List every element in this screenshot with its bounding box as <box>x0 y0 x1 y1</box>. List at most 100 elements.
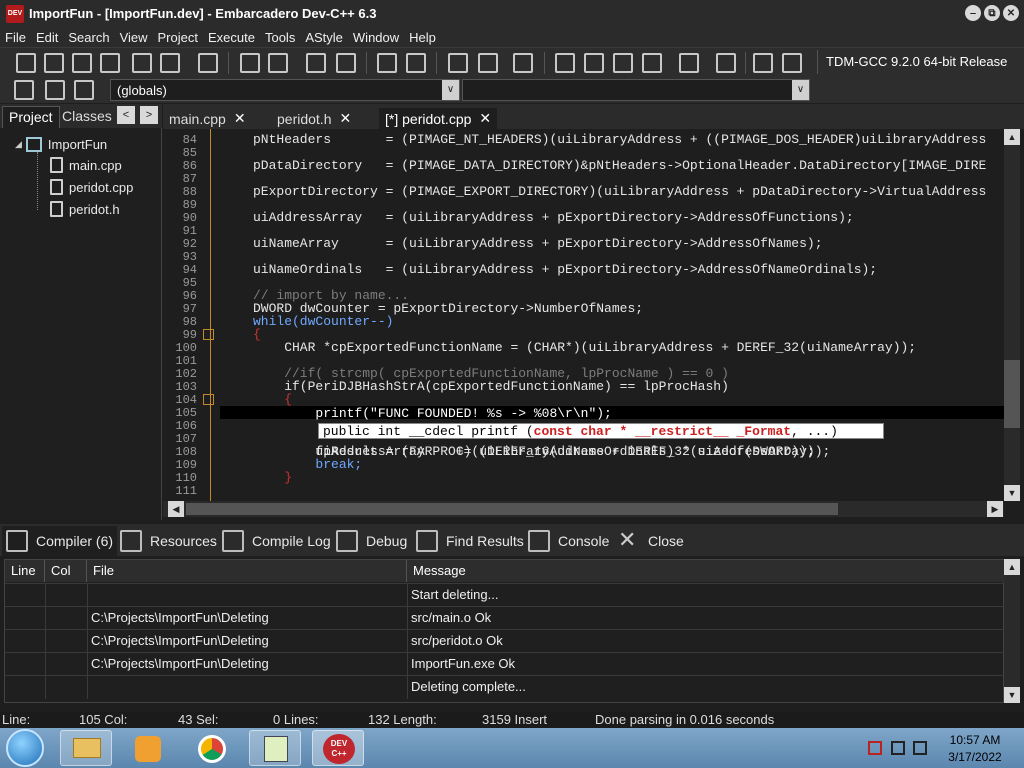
comment-icon[interactable] <box>513 53 533 73</box>
scope-select[interactable]: (globals) <box>110 79 460 101</box>
scroll-right-icon[interactable]: ▶ <box>987 501 1003 517</box>
close-button[interactable]: ✕ <box>1003 5 1019 21</box>
run-icon[interactable] <box>584 53 604 73</box>
column-header-file[interactable]: File <box>87 560 407 582</box>
notepad-taskbar-button[interactable] <box>249 730 301 766</box>
menu-file[interactable]: File <box>0 30 31 45</box>
compile-icon[interactable] <box>555 53 575 73</box>
network-icon[interactable] <box>891 741 905 755</box>
editor-vertical-scrollbar[interactable] <box>1004 129 1020 501</box>
explorer-taskbar-button[interactable] <box>60 730 112 766</box>
start-button[interactable] <box>6 729 44 767</box>
menu-tools[interactable]: Tools <box>260 30 300 45</box>
tab-find-results[interactable]: Find Results <box>412 526 528 556</box>
tab-console[interactable]: Console <box>524 526 613 556</box>
indent-icon[interactable] <box>448 53 468 73</box>
maximize-button[interactable]: ⧉ <box>984 5 1000 21</box>
scroll-up-icon[interactable]: ▲ <box>1004 559 1020 575</box>
unindent-icon[interactable] <box>478 53 498 73</box>
tab-debug[interactable]: Debug <box>332 526 411 556</box>
find-icon[interactable] <box>240 53 260 73</box>
menu-view[interactable]: View <box>115 30 153 45</box>
undo-icon[interactable] <box>377 53 397 73</box>
scroll-down-icon[interactable]: ▼ <box>1004 485 1020 501</box>
menu-help[interactable]: Help <box>404 30 441 45</box>
scroll-left-icon[interactable]: ◀ <box>168 501 184 517</box>
menu-window[interactable]: Window <box>348 30 404 45</box>
code-editor[interactable]: 84 85 86 87 88 89 90 91 92 93 94 95 96 9… <box>163 129 1004 501</box>
media-player-taskbar-button[interactable] <box>122 730 174 766</box>
close-all-icon[interactable] <box>160 53 180 73</box>
tree-file-peridot-h[interactable]: peridot.h <box>50 199 120 219</box>
editor-vertical-thumb[interactable] <box>1004 360 1020 428</box>
tab-main-cpp[interactable]: main.cpp ✕ <box>163 108 252 129</box>
tab-project[interactable]: Project <box>2 106 60 128</box>
compiler-select[interactable]: TDM-GCC 9.2.0 64-bit Release <box>817 50 1024 74</box>
action-center-icon[interactable] <box>868 741 882 755</box>
close-file-icon[interactable] <box>132 53 152 73</box>
clock-time[interactable]: 10:57 AM <box>945 733 1005 747</box>
toggle-bookmark-icon[interactable] <box>336 53 356 73</box>
rebuild-all-icon[interactable] <box>642 53 662 73</box>
tree-file-peridot-cpp[interactable]: peridot.cpp <box>50 177 133 197</box>
bookmarks-icon[interactable] <box>74 80 94 100</box>
menu-execute[interactable]: Execute <box>203 30 260 45</box>
tree-file-main-cpp[interactable]: main.cpp <box>50 155 122 175</box>
table-row[interactable]: Deleting complete... <box>5 675 1005 699</box>
new-project-icon[interactable] <box>14 80 34 100</box>
column-header-message[interactable]: Message <box>407 560 1005 582</box>
close-icon[interactable]: ✕ <box>234 110 246 127</box>
devcpp-taskbar-button[interactable]: DEV C++ <box>312 730 364 766</box>
new-file-icon[interactable] <box>16 53 36 73</box>
close-icon[interactable]: ✕ <box>479 110 491 127</box>
scroll-down-icon[interactable]: ▼ <box>1004 687 1020 703</box>
chrome-taskbar-button[interactable] <box>185 730 237 766</box>
table-row[interactable]: C:\Projects\ImportFun\Deleting src/perid… <box>5 629 1005 653</box>
minimize-button[interactable]: ‒ <box>965 5 981 21</box>
tab-peridot-h[interactable]: peridot.h ✕ <box>271 108 357 129</box>
fold-marker-icon[interactable] <box>203 329 214 340</box>
scroll-up-icon[interactable]: ▲ <box>1004 129 1020 145</box>
panel-next-button[interactable]: > <box>140 106 158 124</box>
table-row[interactable]: C:\Projects\ImportFun\Deleting src/main.… <box>5 606 1005 630</box>
menu-astyle[interactable]: AStyle <box>300 30 348 45</box>
tree-expand-icon[interactable]: ◢ <box>15 139 22 150</box>
tab-classes[interactable]: Classes <box>56 106 118 128</box>
chevron-down-icon[interactable]: ∨ <box>442 80 459 100</box>
stop-execution-icon[interactable] <box>716 53 736 73</box>
delete-profile-icon[interactable] <box>782 53 802 73</box>
tab-resources[interactable]: Resources <box>116 526 221 556</box>
function-select[interactable] <box>462 79 810 101</box>
tab-compiler[interactable]: Compiler (6) <box>2 526 118 556</box>
profile-icon[interactable] <box>753 53 773 73</box>
table-row[interactable]: C:\Projects\ImportFun\Deleting ImportFun… <box>5 652 1005 676</box>
bookmark-icon[interactable] <box>45 80 65 100</box>
redo-icon[interactable] <box>406 53 426 73</box>
print-icon[interactable] <box>198 53 218 73</box>
tab-close-panel[interactable]: ✕ Close <box>614 526 688 556</box>
clock-date[interactable]: 3/17/2022 <box>940 750 1010 764</box>
editor-horizontal-thumb[interactable] <box>186 503 838 515</box>
close-icon[interactable]: ✕ <box>339 110 351 127</box>
menu-search[interactable]: Search <box>63 30 114 45</box>
fold-marker-icon[interactable] <box>203 394 214 405</box>
tab-compile-log[interactable]: Compile Log <box>218 526 335 556</box>
compile-run-icon[interactable] <box>613 53 633 73</box>
messages-vertical-scrollbar[interactable] <box>1004 559 1020 703</box>
volume-icon[interactable] <box>913 741 927 755</box>
syntax-check-icon[interactable] <box>679 53 699 73</box>
tree-project-node[interactable]: ◢ ImportFun <box>15 134 107 154</box>
save-icon[interactable] <box>72 53 92 73</box>
column-header-col[interactable]: Col <box>45 560 87 582</box>
open-file-icon[interactable] <box>44 53 64 73</box>
tab-peridot-cpp[interactable]: [*] peridot.cpp ✕ <box>379 108 498 129</box>
panel-prev-button[interactable]: < <box>117 106 135 124</box>
menu-project[interactable]: Project <box>153 30 203 45</box>
menu-edit[interactable]: Edit <box>31 30 63 45</box>
column-header-line[interactable]: Line <box>5 560 45 582</box>
save-all-icon[interactable] <box>100 53 120 73</box>
table-row[interactable]: Start deleting... <box>5 583 1005 607</box>
replace-icon[interactable] <box>268 53 288 73</box>
goto-line-icon[interactable] <box>306 53 326 73</box>
chevron-down-icon[interactable]: ∨ <box>792 80 809 100</box>
